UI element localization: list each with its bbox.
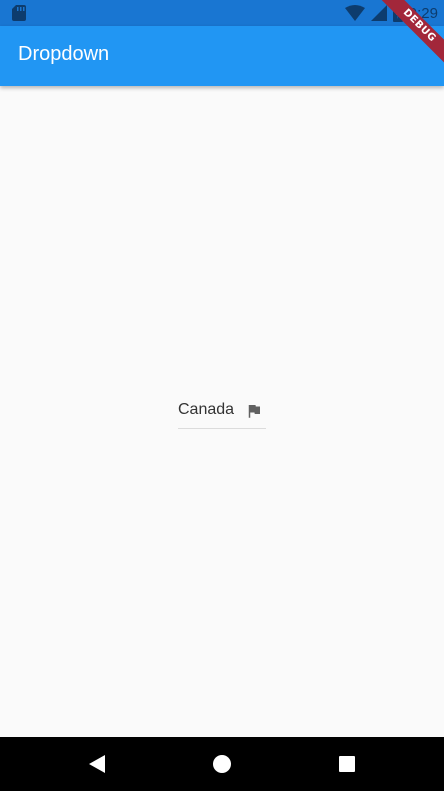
wifi-icon: [344, 5, 365, 21]
status-icons: 9:29: [344, 4, 438, 22]
back-button[interactable]: [87, 754, 107, 774]
status-time: 9:29: [408, 4, 438, 22]
battery-icon: [392, 4, 403, 22]
sd-card-icon: [12, 5, 26, 21]
app-bar: Dropdown: [0, 26, 444, 86]
system-nav-bar: [0, 737, 444, 791]
status-bar: 9:29: [0, 0, 444, 26]
recents-square-icon: [339, 756, 355, 772]
app-bar-title: Dropdown: [18, 43, 110, 65]
flag-icon: [248, 405, 260, 418]
back-triangle-icon: [89, 755, 105, 773]
home-button[interactable]: [212, 754, 232, 774]
home-circle-icon: [213, 755, 231, 773]
country-dropdown[interactable]: Canada: [178, 400, 266, 429]
dropdown-selected-value: Canada: [178, 401, 235, 418]
main-content: Canada: [0, 86, 444, 737]
recents-button[interactable]: [337, 754, 357, 774]
cell-signal-icon: [370, 5, 387, 21]
